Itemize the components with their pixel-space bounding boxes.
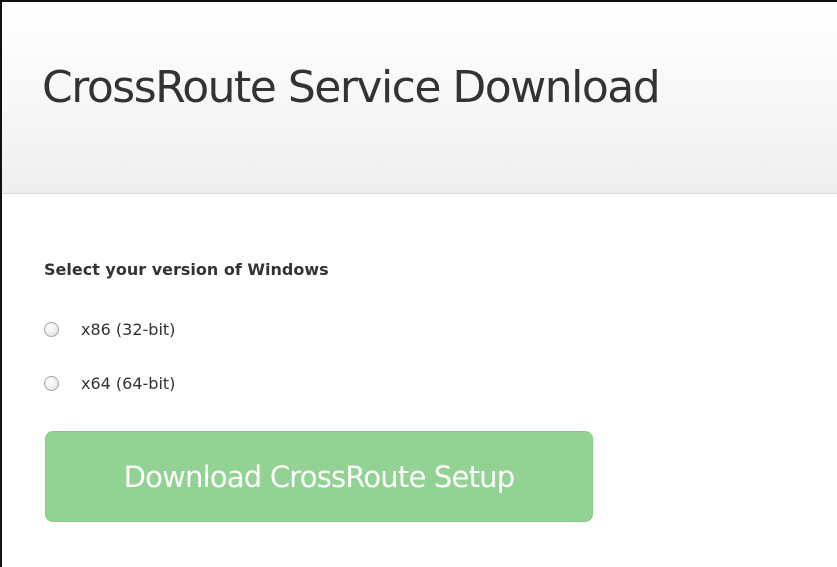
download-setup-button[interactable]: Download CrossRoute Setup xyxy=(45,431,593,522)
radio-button-x64[interactable] xyxy=(44,376,59,391)
radio-label-x64: x64 (64-bit) xyxy=(81,374,176,393)
page-title: CrossRoute Service Download xyxy=(42,62,661,113)
radio-button-x86[interactable] xyxy=(44,322,59,337)
page-header: CrossRoute Service Download xyxy=(2,2,837,194)
windows-version-heading: Select your version of Windows xyxy=(44,260,329,279)
radio-option-x64[interactable]: x64 (64-bit) xyxy=(44,374,175,393)
radio-option-x86[interactable]: x86 (32-bit) xyxy=(44,320,175,339)
radio-label-x86: x86 (32-bit) xyxy=(81,320,176,339)
download-button-label: Download CrossRoute Setup xyxy=(123,459,515,494)
page-frame: CrossRoute Service Download Select your … xyxy=(0,0,837,567)
